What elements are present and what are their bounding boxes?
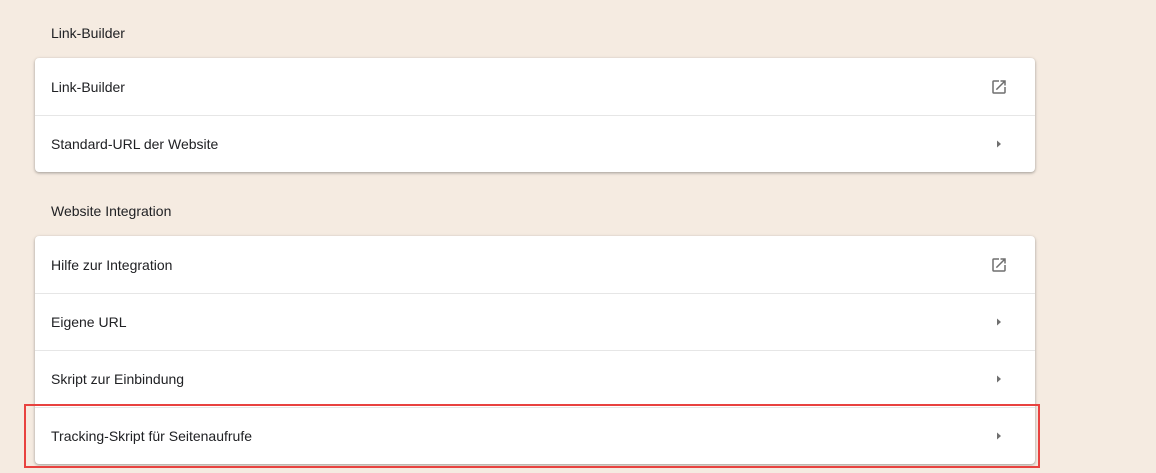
external-link-icon <box>989 77 1009 97</box>
row-hilfe-integration[interactable]: Hilfe zur Integration <box>35 236 1035 293</box>
arrow-right-icon <box>993 134 1005 154</box>
card-website-integration: Hilfe zur Integration Eigene URL Skript … <box>35 236 1035 464</box>
row-skript-einbindung[interactable]: Skript zur Einbindung <box>35 350 1035 407</box>
row-label: Standard-URL der Website <box>51 136 219 152</box>
row-label: Tracking-Skript für Seitenaufrufe <box>51 428 253 444</box>
section-title-link-builder: Link-Builder <box>51 25 125 41</box>
row-label: Skript zur Einbindung <box>51 371 185 387</box>
arrow-right-icon <box>993 369 1005 389</box>
external-link-icon <box>989 255 1009 275</box>
row-label: Link-Builder <box>51 78 125 95</box>
row-tracking-skript[interactable]: Tracking-Skript für Seitenaufrufe <box>35 407 1035 464</box>
row-link-builder[interactable]: Link-Builder <box>35 58 1035 115</box>
row-label: Eigene URL <box>51 314 127 330</box>
row-label: Hilfe zur Integration <box>51 256 173 273</box>
section-title-website-integration: Website Integration <box>51 203 172 219</box>
arrow-right-icon <box>993 312 1005 332</box>
arrow-right-icon <box>993 426 1005 446</box>
card-link-builder: Link-Builder Standard-URL der Website <box>35 58 1035 172</box>
row-eigene-url[interactable]: Eigene URL <box>35 293 1035 350</box>
row-standard-url[interactable]: Standard-URL der Website <box>35 115 1035 172</box>
